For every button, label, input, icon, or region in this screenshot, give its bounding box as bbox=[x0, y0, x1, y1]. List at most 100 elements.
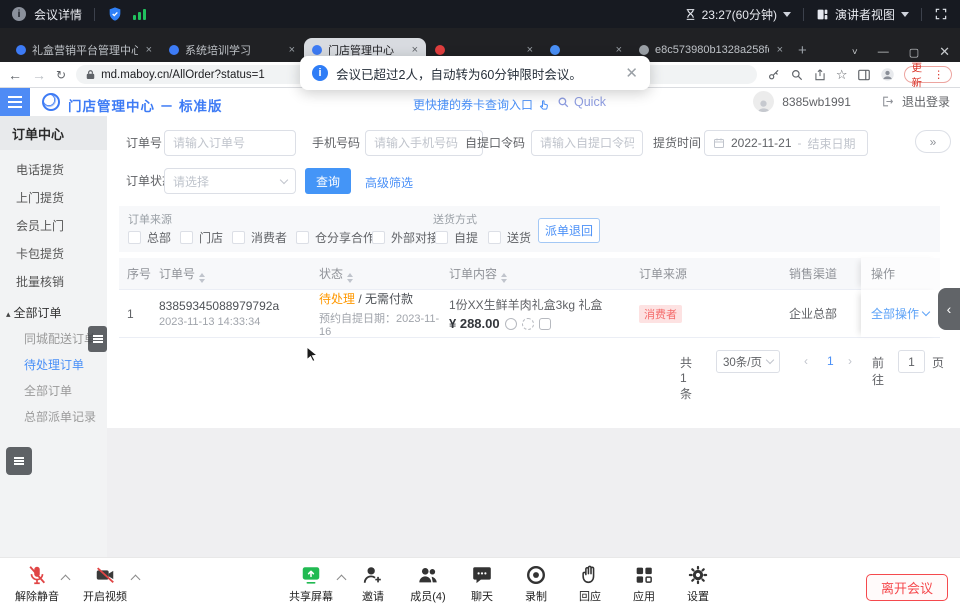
goto-page-input[interactable] bbox=[898, 350, 925, 373]
members-button[interactable]: 成员(4) bbox=[399, 564, 457, 604]
next-page-icon[interactable]: › bbox=[848, 354, 852, 368]
apps-button[interactable]: 应用 bbox=[615, 564, 673, 604]
tab-close-icon[interactable]: × bbox=[412, 44, 418, 56]
sidebar-sub-pending-orders[interactable]: 待处理订单 bbox=[0, 352, 107, 378]
tab-close-icon[interactable]: × bbox=[289, 44, 295, 56]
sort-icon[interactable] bbox=[347, 273, 353, 283]
sidebar-sub-hq-dispatch-log[interactable]: 总部派单记录 bbox=[0, 404, 107, 430]
floating-menu-widget[interactable] bbox=[6, 447, 32, 475]
sidebar-sub-all-orders[interactable]: 全部订单 bbox=[0, 378, 107, 404]
tab-close-icon[interactable]: × bbox=[777, 44, 783, 56]
checkbox-delivery-selfpickup[interactable]: 自提 bbox=[435, 229, 478, 246]
chat-button[interactable]: 聊天 bbox=[453, 564, 511, 604]
hamburger-menu-button[interactable] bbox=[0, 88, 30, 116]
header-content[interactable]: 订单内容 bbox=[449, 265, 639, 283]
back-icon[interactable]: ← bbox=[8, 68, 22, 82]
end-date-placeholder[interactable]: 结束日期 bbox=[808, 135, 856, 152]
page-size-select[interactable]: 30条/页 bbox=[716, 350, 780, 373]
network-signal-icon[interactable] bbox=[133, 8, 146, 20]
sort-icon[interactable] bbox=[501, 273, 507, 283]
timer-caret-icon[interactable] bbox=[783, 12, 791, 17]
sidebar-item-member-visit[interactable]: 会员上门 bbox=[0, 212, 107, 240]
sidebar-item-card-pickup[interactable]: 卡包提货 bbox=[0, 240, 107, 268]
side-panel-icon[interactable] bbox=[857, 68, 871, 82]
current-page[interactable]: 1 bbox=[827, 354, 834, 368]
chrome-update-button[interactable]: 更新 ⋮ bbox=[904, 66, 952, 83]
user-avatar[interactable] bbox=[753, 91, 774, 112]
share-screen-button[interactable]: 共享屏幕 bbox=[282, 564, 340, 604]
fullscreen-icon[interactable] bbox=[934, 7, 948, 21]
reload-icon[interactable]: ↻ bbox=[56, 69, 66, 81]
sidebar-item-phone-pickup[interactable]: 电话提货 bbox=[0, 156, 107, 184]
tab-close-icon[interactable]: × bbox=[527, 44, 533, 56]
divider bbox=[803, 8, 804, 21]
browser-tab-2[interactable]: 系统培训学习 × bbox=[161, 38, 303, 62]
phone-icon[interactable] bbox=[539, 318, 551, 330]
sort-icon[interactable] bbox=[199, 273, 205, 283]
all-actions-dropdown[interactable]: 全部操作 bbox=[871, 305, 929, 322]
checkbox-source-warehouse-share[interactable]: 仓分享合作 bbox=[296, 229, 375, 246]
sidebar-item-door-pickup[interactable]: 上门提货 bbox=[0, 184, 107, 212]
new-tab-button[interactable]: + bbox=[792, 38, 813, 62]
order-no-value[interactable]: 83859345088979792a bbox=[159, 299, 319, 313]
dispatch-return-button[interactable]: 派单退回 bbox=[538, 218, 600, 243]
tab-close-icon[interactable]: × bbox=[146, 44, 152, 56]
bookmark-star-icon[interactable]: ☆ bbox=[836, 68, 848, 81]
key-icon[interactable] bbox=[767, 68, 781, 82]
advanced-filter-link[interactable]: 高级筛选 bbox=[365, 174, 413, 191]
header-order-no[interactable]: 订单号 bbox=[159, 265, 319, 283]
checkbox-delivery-delivery[interactable]: 送货 bbox=[488, 229, 531, 246]
view-mode-label[interactable]: 演讲者视图 bbox=[835, 6, 895, 23]
start-date-value[interactable]: 2022-11-21 bbox=[731, 136, 792, 150]
table-row[interactable]: 1 83859345088979792a 2023-11-13 14:33:34… bbox=[119, 290, 940, 338]
browser-tab-1[interactable]: 礼盒营销平台管理中心 × bbox=[8, 38, 160, 62]
reactions-button[interactable]: 回应 bbox=[561, 564, 619, 604]
camera-button[interactable]: 开启视频 bbox=[76, 564, 134, 604]
fixed-column-expand-handle[interactable]: ‹ bbox=[938, 288, 960, 330]
delivery-method-label: 送货方式 bbox=[433, 211, 477, 227]
info-icon: i bbox=[12, 7, 26, 21]
view-caret-icon[interactable] bbox=[901, 12, 909, 17]
quick-search[interactable]: Quick bbox=[557, 95, 606, 109]
zoom-icon[interactable] bbox=[790, 68, 804, 82]
banner-close-icon[interactable]: ✕ bbox=[625, 64, 638, 82]
logout-button[interactable]: 退出登录 bbox=[902, 93, 950, 110]
header-status[interactable]: 状态 bbox=[319, 265, 449, 283]
window-maximize-icon[interactable]: ▢ bbox=[909, 46, 919, 59]
sidebar-group-all-orders[interactable]: ▴全部订单 bbox=[0, 300, 107, 326]
sidebar-item-batch-verify[interactable]: 批量核销 bbox=[0, 268, 107, 296]
profile-icon[interactable] bbox=[880, 67, 895, 82]
order-no-input[interactable] bbox=[164, 130, 296, 156]
order-status-select[interactable]: 请选择 bbox=[164, 168, 296, 194]
username[interactable]: 8385wb1991 bbox=[782, 95, 851, 109]
pickup-code-input[interactable] bbox=[531, 130, 643, 156]
source-tag: 消费者 bbox=[639, 305, 682, 323]
window-minimize-icon[interactable]: — bbox=[878, 46, 889, 58]
window-close-icon[interactable]: ✕ bbox=[939, 44, 950, 60]
shop-icon[interactable] bbox=[522, 318, 534, 330]
meeting-details-label[interactable]: 会议详情 bbox=[34, 6, 82, 23]
invite-button[interactable]: 邀请 bbox=[344, 564, 402, 604]
shield-check-icon[interactable] bbox=[107, 6, 123, 22]
tab-search-chevron-icon[interactable]: ˅ bbox=[852, 47, 858, 58]
checkbox-source-store[interactable]: 门店 bbox=[180, 229, 223, 246]
checkbox-source-consumer[interactable]: 消费者 bbox=[232, 229, 287, 246]
tab-close-icon[interactable]: × bbox=[616, 44, 622, 56]
checkbox-source-hq[interactable]: 总部 bbox=[128, 229, 171, 246]
record-button[interactable]: 录制 bbox=[507, 564, 565, 604]
share-icon[interactable] bbox=[813, 68, 827, 82]
mute-button[interactable]: 解除静音 bbox=[8, 564, 66, 604]
forward-icon[interactable]: → bbox=[32, 68, 46, 82]
prev-page-icon[interactable]: ‹ bbox=[804, 354, 808, 368]
sidebar-collapse-handle[interactable] bbox=[88, 326, 107, 352]
gift-icon[interactable] bbox=[505, 318, 517, 330]
browser-tab-6[interactable]: e8c573980b1328a258fd2e6… × bbox=[631, 38, 791, 62]
settings-button[interactable]: 设置 bbox=[669, 564, 727, 604]
coupon-query-link[interactable]: 更快捷的券卡查询入口 bbox=[413, 96, 550, 113]
collapse-search-button[interactable]: » bbox=[915, 130, 951, 153]
checkbox-source-external[interactable]: 外部对接 bbox=[372, 229, 439, 246]
search-button[interactable]: 查询 bbox=[305, 168, 351, 194]
info-icon: i bbox=[312, 65, 328, 81]
leave-meeting-button[interactable]: 离开会议 bbox=[866, 574, 948, 601]
pickup-date-range[interactable]: 2022-11-21 - 结束日期 bbox=[704, 130, 868, 156]
